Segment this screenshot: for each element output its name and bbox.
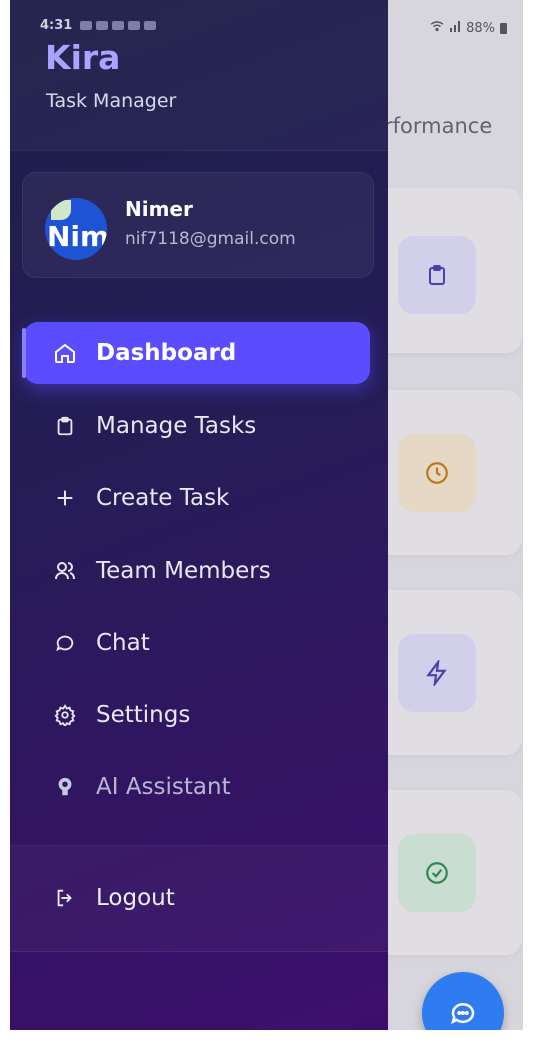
menu-label: Chat [96,630,150,656]
notification-icons [80,21,156,30]
menu-label: Team Members [96,558,271,584]
profile-name: Nimer [125,197,193,221]
menu-item-settings[interactable]: Settings [24,684,370,746]
avatar-initials: Nim [47,220,107,253]
wifi-icon [430,20,444,36]
menu-label: AI Assistant [96,774,231,800]
battery-icon [500,22,507,34]
app-screen: rformance 4:31 Kira Task Manager Nim Nim… [10,0,523,1030]
menu-item-manage-tasks[interactable]: Manage Tasks [24,395,370,457]
home-icon [50,338,80,368]
status-time: 4:31 [40,18,73,33]
avatar: Nim [45,198,107,260]
menu-label: Create Task [96,485,230,511]
status-bar-right: 88% [430,20,507,36]
logout-button[interactable]: Logout [24,868,370,928]
menu-item-chat[interactable]: Chat [24,612,370,674]
menu-item-create-task[interactable]: Create Task [24,467,370,529]
profile-email: nif7118@gmail.com [125,229,296,249]
menu-item-ai-assistant[interactable]: AI Assistant [24,756,370,818]
navigation-drawer: 4:31 Kira Task Manager Nim Nimer nif7118… [10,0,388,1030]
battery-percent: 88% [466,20,495,36]
gear-icon [50,700,80,730]
clipboard-icon [50,411,80,441]
menu-label: Manage Tasks [96,413,257,439]
menu-item-dashboard[interactable]: Dashboard [22,322,370,384]
signal-icon [449,20,461,36]
app-brand: Kira [45,38,121,77]
avatar-decoration [51,200,71,220]
status-bar: 4:31 [40,18,388,40]
plus-icon [50,483,80,513]
menu-label: Settings [96,702,191,728]
logout-section: Logout [10,846,388,952]
lightbulb-icon [50,772,80,802]
menu-item-team-members[interactable]: Team Members [24,540,370,602]
app-tagline: Task Manager [46,90,177,112]
chat-bubble-icon [50,628,80,658]
user-profile-card[interactable]: Nim Nimer nif7118@gmail.com [22,172,374,278]
logout-icon [50,883,80,913]
chat-bubble-icon [451,1003,475,1025]
menu-label: Dashboard [96,340,237,366]
active-indicator [22,328,26,378]
users-icon [50,556,80,586]
drawer-header: 4:31 Kira Task Manager [10,0,388,151]
logout-label: Logout [96,885,175,911]
